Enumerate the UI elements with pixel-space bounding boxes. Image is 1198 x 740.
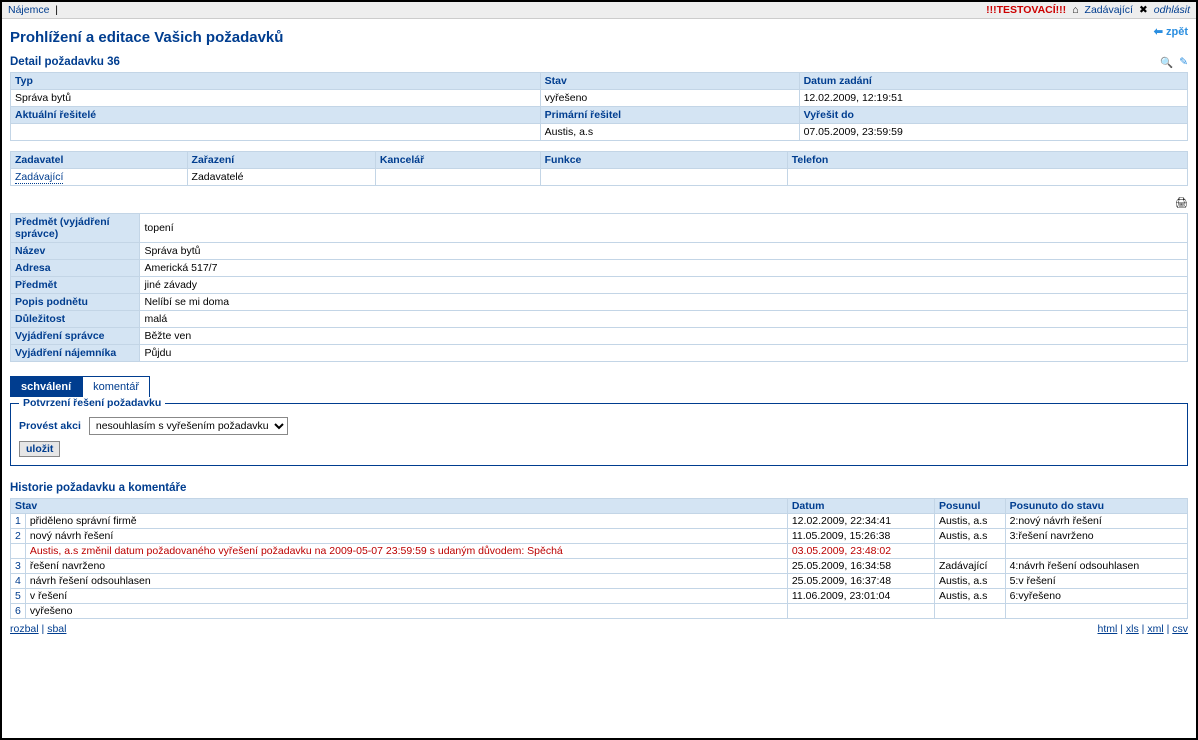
export-html[interactable]: html [1097,623,1117,635]
search-icon[interactable]: 🔍 [1160,56,1173,69]
detail-table-2: Zadavatel Zařazení Kancelář Funkce Telef… [10,151,1188,186]
edit-icon[interactable]: ✎ [1179,56,1188,69]
rozbal-link[interactable]: rozbal [10,623,39,635]
history-row: 5v řešení11.06.2009, 23:01:04Austis, a.s… [11,589,1188,604]
action-label: Provést akci [19,420,81,432]
th-datumz: Datum zadání [799,73,1187,90]
history-row: 3řešení navrženo25.05.2009, 16:34:58Zadá… [11,559,1188,574]
th-vyjnaj: Vyjádření nájemníka [11,345,140,362]
history-row: 4návrh řešení odsouhlasen25.05.2009, 16:… [11,574,1188,589]
th-predspr: Předmět (vyjádření správce) [11,214,140,243]
th-vyr: Vyřešit do [799,107,1187,124]
history-row: 1přiděleno správní firmě12.02.2009, 22:3… [11,514,1188,529]
th-adresa: Adresa [11,260,140,277]
hh-datum: Datum [787,499,934,514]
tab-komentar[interactable]: komentář [82,376,150,397]
th-nazev: Název [11,243,140,260]
td-res [11,124,541,141]
td-popis: Nelíbí se mi doma [140,294,1188,311]
td-datumz: 12.02.2009, 12:19:51 [799,90,1187,107]
hh-posunuto: Posunuto do stavu [1005,499,1187,514]
th-zad: Zadavatel [11,152,188,169]
td-prim: Austis, a.s [540,124,799,141]
th-tel: Telefon [787,152,1187,169]
confirm-fieldset: Potvrzení řešení požadavku Provést akci … [10,397,1188,466]
th-typ: Typ [11,73,541,90]
history-table: Stav Datum Posunul Posunuto do stavu 1př… [10,498,1188,619]
hh-stav: Stav [11,499,788,514]
td-typ: Správa bytů [11,90,541,107]
detail-table-1: Typ Stav Datum zadání Správa bytů vyřeše… [10,72,1188,141]
history-row: Austis, a.s změnil datum požadovaného vy… [11,544,1188,559]
td-kan [375,169,540,186]
td-vyjnaj: Půjdu [140,345,1188,362]
th-popis: Popis podnětu [11,294,140,311]
user-link[interactable]: Zadávající [1085,4,1133,16]
td-adresa: Americká 517/7 [140,260,1188,277]
tab-schvaleni[interactable]: schválení [10,376,82,397]
back-link[interactable]: zpět [1154,25,1188,38]
td-zar: Zadavatelé [187,169,375,186]
td-fun [540,169,787,186]
td-tel [787,169,1187,186]
history-title: Historie požadavku a komentáře [10,482,1188,494]
separator: | [52,4,58,16]
logout-link[interactable]: odhlásit [1154,4,1190,16]
hh-posunul: Posunul [934,499,1005,514]
th-stav: Stav [540,73,799,90]
td-stav: vyřešeno [540,90,799,107]
th-fun: Funkce [540,152,787,169]
detail-subtitle: Detail požadavku 36 [10,56,1188,68]
th-dul: Důležitost [11,311,140,328]
save-button[interactable]: uložit [19,441,60,457]
history-row: 2nový návrh řešení11.05.2009, 15:26:38Au… [11,529,1188,544]
zadavatel-link[interactable]: Zadávající [15,171,63,184]
th-vyjspr: Vyjádření správce [11,328,140,345]
tenant-link[interactable]: Nájemce [8,4,49,16]
th-prim: Primární řešitel [540,107,799,124]
sbal-link[interactable]: sbal [47,623,66,635]
td-nazev: Správa bytů [140,243,1188,260]
td-vyr: 07.05.2009, 23:59:59 [799,124,1187,141]
tools-icon[interactable]: ✖ [1139,4,1148,16]
td-vyjspr: Běžte ven [140,328,1188,345]
history-row: 6vyřešeno [11,604,1188,619]
home-icon[interactable]: ⌂ [1072,4,1078,16]
th-zar: Zařazení [187,152,375,169]
th-kan: Kancelář [375,152,540,169]
export-csv[interactable]: csv [1172,623,1188,635]
fieldset-legend: Potvrzení řešení požadavku [19,397,165,409]
page-title: Prohlížení a editace Vašich požadavků [10,29,1188,46]
td-dul: malá [140,311,1188,328]
detail-table-3: Předmět (vyjádření správce)topení NázevS… [10,213,1188,362]
export-xls[interactable]: xls [1126,623,1139,635]
th-res: Aktuální řešitelé [11,107,541,124]
th-predmet: Předmět [11,277,140,294]
tabs: schváleníkomentář [10,376,1188,397]
action-select[interactable]: nesouhlasím s vyřešením požadavku [89,417,288,435]
td-predmet: jiné závady [140,277,1188,294]
topbar: Nájemce | !!!TESTOVACÍ!!! ⌂ Zadávající ✖… [2,2,1196,19]
test-env-label: !!!TESTOVACÍ!!! [986,4,1066,16]
td-predspr: topení [140,214,1188,243]
td-zad: Zadávající [11,169,188,186]
export-xml[interactable]: xml [1147,623,1163,635]
print-icon[interactable]: 🖨 [1175,197,1188,209]
